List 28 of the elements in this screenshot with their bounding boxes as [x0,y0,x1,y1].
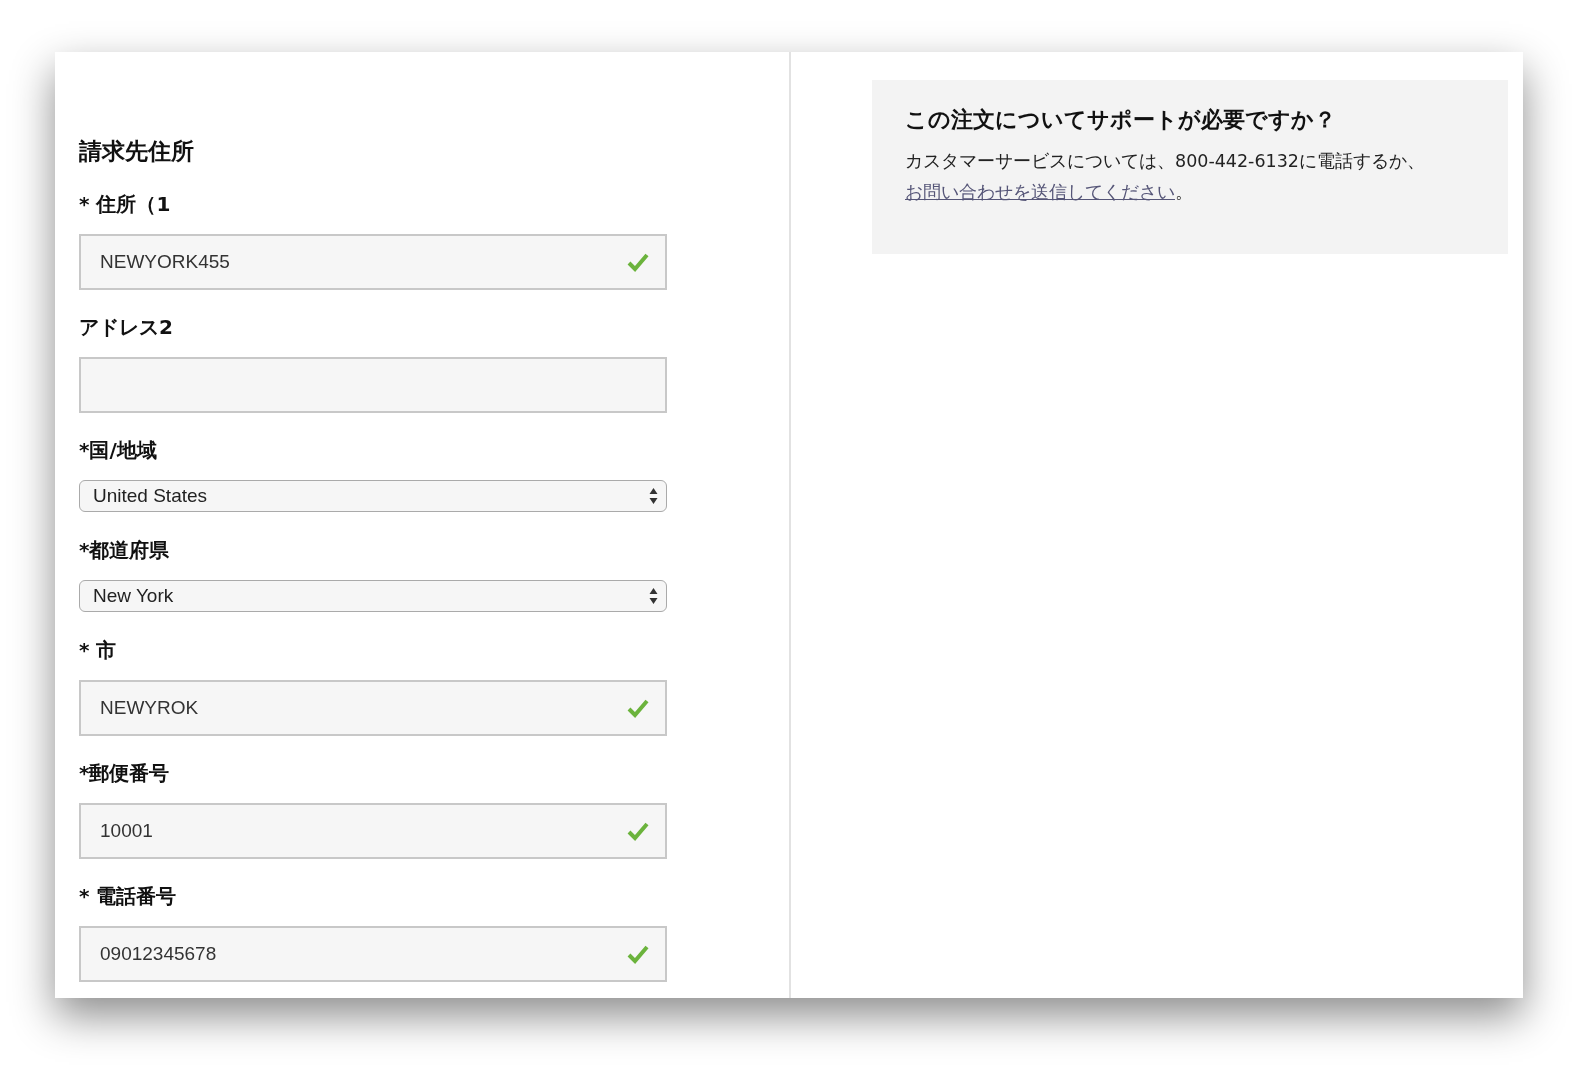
input-field[interactable]: NEWYROK [79,680,667,736]
input-field[interactable]: 09012345678 [79,926,667,982]
field-label: *都道府県 [79,537,170,564]
field-value: 10001 [100,820,154,842]
field-label: * 市 [79,637,117,664]
input-field[interactable] [79,357,667,413]
checkmark-icon [627,698,649,718]
field-value: NEWYORK455 [100,251,231,273]
section-heading: 請求先住所 [79,137,194,166]
dropdown-arrows-icon [649,487,658,505]
field-label: * 電話番号 [79,883,177,910]
dropdown[interactable]: United States [79,480,667,512]
dropdown[interactable]: New York [79,580,667,612]
help-heading: この注文についてサポートが必要ですか？ [905,106,1337,134]
field-label: *郵便番号 [79,760,170,787]
dropdown-arrows-icon [649,587,658,605]
checkmark-icon [627,944,649,964]
field-label: アドレス2 [79,314,173,341]
field-value: NEWYROK [100,697,200,719]
contact-link[interactable]: お問い合わせを送信してください [905,182,1175,202]
input-field[interactable]: 10001 [79,803,667,859]
field-value: 09012345678 [100,943,218,965]
field-label: *国/地域 [79,437,157,464]
input-field[interactable]: NEWYORK455 [79,234,667,290]
help-text: カスタマーサービスについては、800-442-6132に電話するか、 お問い合わせを送信してください。 [905,150,1426,204]
checkmark-icon [627,821,649,841]
checkmark-icon [627,252,649,272]
field-label: * 住所（1 [79,191,171,218]
